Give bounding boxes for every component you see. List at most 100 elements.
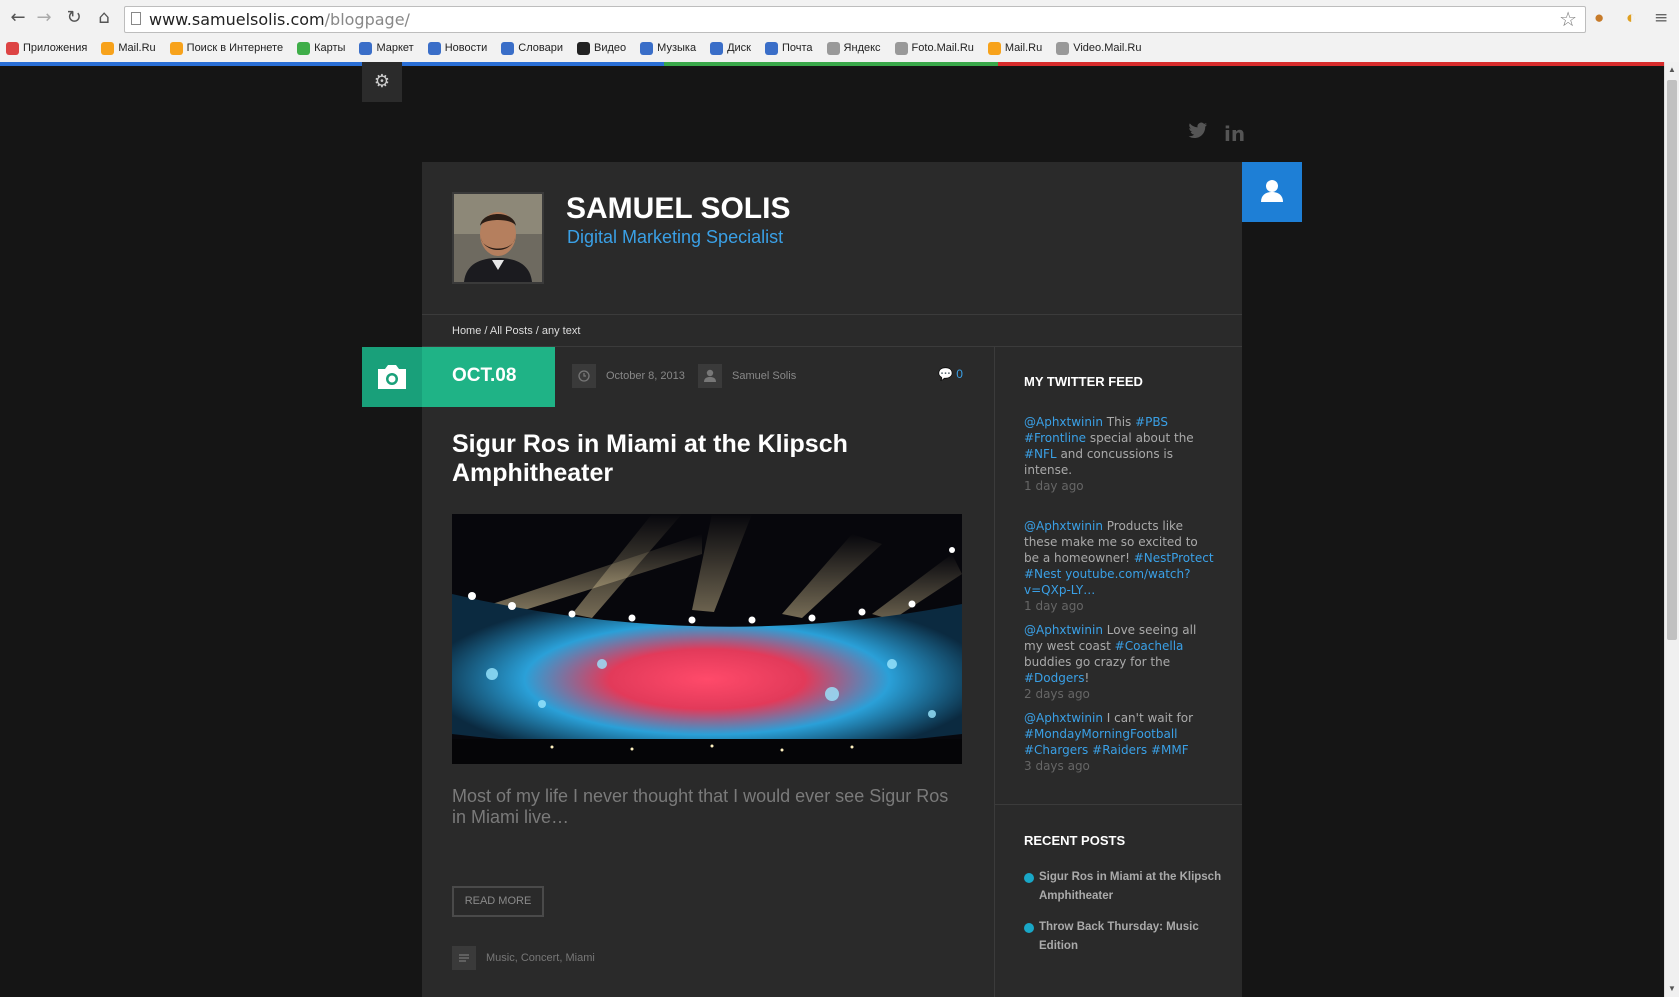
recent-post-item[interactable]: Throw Back Thursday: Music Edition <box>1024 918 1224 956</box>
clock-icon <box>572 364 596 388</box>
post-tags[interactable]: Music, Concert, Miami <box>486 952 595 964</box>
twitter-icon[interactable] <box>1188 122 1208 145</box>
tweet-hashtag[interactable]: #Chargers <box>1024 743 1088 757</box>
author-icon <box>698 364 722 388</box>
reload-icon[interactable]: ↻ <box>62 6 86 30</box>
bookmark-item[interactable]: Почта <box>765 41 813 55</box>
tweet-handle[interactable]: @Aphxtwinin <box>1024 711 1103 725</box>
bookmark-item[interactable]: Video.Mail.Ru <box>1056 41 1142 55</box>
bookmark-item[interactable]: Видео <box>577 41 627 55</box>
tweet-time[interactable]: 2 days ago <box>1024 686 1214 702</box>
recent-post-link[interactable]: Sigur Ros in Miami at the Klipsch Amphit… <box>1039 868 1224 906</box>
bookmark-label: Яндекс <box>843 42 881 54</box>
tweet-hashtag[interactable]: #Dodgers <box>1024 671 1084 685</box>
tweet-time[interactable]: 3 days ago <box>1024 758 1214 774</box>
post-image[interactable] <box>452 514 962 764</box>
post-format-badge <box>362 347 422 407</box>
tweet-handle[interactable]: @Aphxtwinin <box>1024 623 1103 637</box>
bookmark-label: Словари <box>518 42 564 54</box>
tweet-hashtag[interactable]: #Raiders #MMF <box>1092 743 1188 757</box>
bookmark-label: Карты <box>314 42 346 54</box>
bookmark-item[interactable]: Музыка <box>640 41 697 55</box>
bookmark-item[interactable]: Поиск в Интернете <box>169 41 284 55</box>
settings-gear-icon[interactable]: ⚙ <box>362 62 402 102</box>
page-scrollbar[interactable]: ▲ ▼ <box>1664 62 1679 997</box>
url-text[interactable]: www.samuelsolis.com/blogpage/ <box>149 10 410 29</box>
tweet-text: This <box>1102 415 1136 429</box>
bookmark-item[interactable]: Словари <box>501 41 564 55</box>
bookmark-item[interactable]: Диск <box>710 41 751 55</box>
scroll-thumb[interactable] <box>1667 80 1677 640</box>
cookie-extension-icon[interactable]: ● <box>1594 9 1604 27</box>
tweet-hashtag[interactable]: #NestProtect <box>1134 551 1214 565</box>
bookmark-label: Mail.Ru <box>118 42 156 54</box>
post-excerpt: Most of my life I never thought that I w… <box>452 786 949 827</box>
bullet-icon <box>1024 923 1034 933</box>
tweet-hashtag[interactable]: #MondayMorningFootball <box>1024 727 1178 741</box>
tweet-hashtag[interactable]: #Frontline <box>1024 431 1086 445</box>
bookmark-item[interactable]: Приложения <box>6 41 88 55</box>
apps-icon <box>6 41 19 55</box>
tweet-hashtag[interactable]: #Coachella <box>1115 639 1184 653</box>
bookmark-item[interactable]: Яндекс <box>826 41 881 55</box>
bookmark-favicon-icon <box>710 41 724 55</box>
site-title[interactable]: SAMUEL SOLIS <box>566 192 790 226</box>
camera-icon <box>378 365 406 389</box>
tweet-hashtag[interactable]: #Nest <box>1024 567 1061 581</box>
tweet: @Aphxtwinin I can't wait for #MondayMorn… <box>1024 710 1214 774</box>
recent-post-item[interactable]: Sigur Ros in Miami at the Klipsch Amphit… <box>1024 868 1224 906</box>
date-badge-text: OCT.08 <box>452 365 517 386</box>
bookmark-label: Видео <box>594 42 627 54</box>
back-icon[interactable]: ← <box>6 6 30 30</box>
page-icon <box>131 12 141 25</box>
tweet-handle[interactable]: @Aphxtwinin <box>1024 415 1103 429</box>
bookmark-label: Маркет <box>376 42 414 54</box>
color-strip <box>0 62 664 66</box>
tweet: @Aphxtwinin This #PBS #Frontline special… <box>1024 414 1214 494</box>
post-author[interactable]: Samuel Solis <box>732 370 796 382</box>
comments-link[interactable]: 💬 0 <box>938 367 963 381</box>
post-date: October 8, 2013 <box>606 370 685 382</box>
linkedin-icon[interactable]: in <box>1224 122 1245 146</box>
address-bar[interactable]: www.samuelsolis.com/blogpage/ ☆ <box>124 6 1586 33</box>
scroll-down-icon[interactable]: ▼ <box>1667 983 1677 995</box>
extension-icon[interactable]: ◐ <box>1626 9 1636 27</box>
bookmark-favicon-icon <box>826 41 840 55</box>
bookmark-favicon-icon <box>359 41 373 55</box>
bookmark-label: Приложения <box>23 42 88 54</box>
menu-icon[interactable]: ≡ <box>1654 9 1668 27</box>
comment-count: 0 <box>956 367 963 381</box>
tweet-hashtag[interactable]: #NFL <box>1024 447 1057 461</box>
bookmark-item[interactable]: Маркет <box>359 41 414 55</box>
profile-button[interactable] <box>1242 162 1302 222</box>
bookmark-item[interactable]: Mail.Ru <box>101 41 156 55</box>
tweet-handle[interactable]: @Aphxtwinin <box>1024 519 1103 533</box>
scroll-up-icon[interactable]: ▲ <box>1667 64 1677 76</box>
browser-toolbar: ← → ↻ ⌂ www.samuelsolis.com/blogpage/ ☆ … <box>0 0 1679 63</box>
tweet-time[interactable]: 1 day ago <box>1024 478 1214 494</box>
bookmark-favicon-icon <box>987 41 1001 55</box>
tweet-text: I can't wait for <box>1102 711 1194 725</box>
tweet: @Aphxtwinin Love seeing all my west coas… <box>1024 622 1214 702</box>
bookmark-label: Диск <box>727 42 751 54</box>
bookmark-label: Video.Mail.Ru <box>1073 42 1142 54</box>
tweet-hashtag[interactable]: #PBS <box>1135 415 1168 429</box>
bookmark-item[interactable]: Mail.Ru <box>987 41 1042 55</box>
bullet-icon <box>1024 873 1034 883</box>
breadcrumb[interactable]: Home / All Posts / any text <box>452 325 580 337</box>
bookmark-favicon-icon <box>1056 41 1070 55</box>
bookmark-item[interactable]: Карты <box>297 41 346 55</box>
bookmark-item[interactable]: Новости <box>427 41 488 55</box>
recent-post-link[interactable]: Throw Back Thursday: Music Edition <box>1039 918 1224 956</box>
bookmark-label: Поиск в Интернете <box>186 42 284 54</box>
bookmark-star-icon[interactable]: ☆ <box>1559 7 1577 32</box>
forward-icon[interactable]: → <box>32 6 56 30</box>
bookmark-label: Музыка <box>657 42 697 54</box>
post-title[interactable]: Sigur Ros in Miami at the Klipsch Amphit… <box>452 430 872 488</box>
tweet-time[interactable]: 1 day ago <box>1024 598 1214 614</box>
read-more-button[interactable]: READ MORE <box>452 886 544 917</box>
bookmark-favicon-icon <box>101 41 115 55</box>
bookmark-label: Новости <box>444 42 488 54</box>
bookmark-item[interactable]: Foto.Mail.Ru <box>894 41 974 55</box>
home-icon[interactable]: ⌂ <box>92 6 116 30</box>
